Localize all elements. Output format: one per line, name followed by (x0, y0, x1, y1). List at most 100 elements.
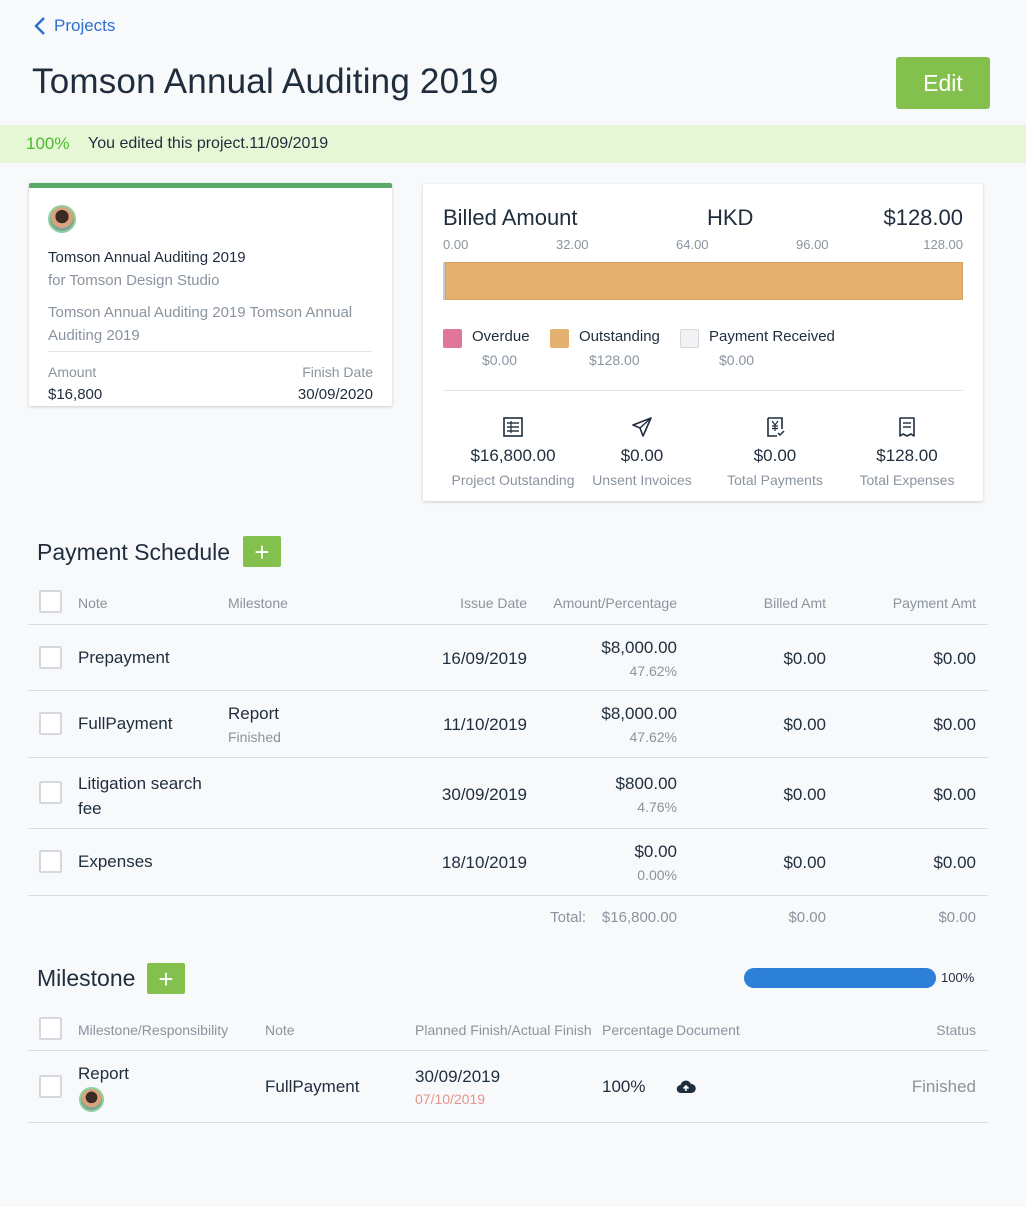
stat-unsent-invoices[interactable]: $0.00 Unsent Invoices (583, 416, 701, 488)
overdue-swatch (443, 329, 462, 348)
received-swatch (680, 329, 699, 348)
total-payment: $0.00 (938, 909, 976, 926)
select-all-checkbox[interactable] (39, 590, 62, 613)
tick-label: 0.00 (443, 237, 469, 252)
outstanding-swatch (550, 329, 569, 348)
back-link[interactable]: Projects (34, 16, 115, 36)
add-payment-button[interactable]: + (243, 536, 281, 567)
calculator-icon (503, 417, 523, 437)
stat-label: Unsent Invoices (592, 472, 692, 488)
column-header-status[interactable]: Status (936, 1022, 976, 1038)
row-percentage: 47.62% (629, 729, 677, 745)
column-header-payment[interactable]: Payment Amt (893, 595, 976, 611)
row-percentage: 0.00% (637, 867, 677, 883)
legend-outstanding: Outstanding $128.00 (550, 328, 660, 368)
column-header-issue-date[interactable]: Issue Date (460, 595, 527, 611)
row-percentage: 4.76% (637, 799, 677, 815)
avatar (79, 1087, 104, 1112)
page-title: Tomson Annual Auditing 2019 (32, 62, 499, 101)
billing-card: Billed Amount HKD $128.00 0.00 32.00 64.… (423, 184, 983, 501)
column-header-billed[interactable]: Billed Amt (764, 595, 826, 611)
divider (28, 624, 988, 625)
column-header-finish[interactable]: Planned Finish/Actual Finish (415, 1022, 592, 1038)
stat-value: $16,800.00 (470, 446, 556, 465)
edit-button[interactable]: Edit (896, 57, 990, 109)
stat-label: Total Expenses (859, 472, 955, 488)
legend-overdue: Overdue $0.00 (443, 328, 530, 368)
milestone-note: FullPayment (265, 1077, 360, 1096)
total-billed: $0.00 (788, 909, 826, 926)
row-billed: $0.00 (783, 715, 826, 734)
stat-label: Project Outstanding (451, 472, 575, 488)
divider (443, 390, 963, 391)
divider (28, 895, 988, 896)
paper-plane-icon (632, 417, 652, 437)
avatar (48, 205, 76, 233)
upload-document-button[interactable] (676, 1079, 696, 1100)
column-header-milestone[interactable]: Milestone (228, 595, 288, 611)
divider (28, 828, 988, 829)
project-name: Tomson Annual Auditing 2019 (48, 249, 246, 266)
tick-label: 128.00 (923, 237, 963, 252)
column-header-percentage[interactable]: Percentage (602, 1022, 674, 1038)
receipt-icon (899, 417, 915, 437)
stat-total-payments[interactable]: $0.00 Total Payments (719, 416, 831, 488)
row-amount: $800.00 (615, 774, 677, 793)
row-issue-date: 30/09/2019 (441, 785, 527, 804)
stat-project-outstanding[interactable]: $16,800.00 Project Outstanding (449, 416, 577, 488)
column-header-milestone[interactable]: Milestone/Responsibility (78, 1022, 228, 1038)
row-payment: $0.00 (933, 853, 976, 872)
column-header-note[interactable]: Note (78, 595, 108, 611)
row-payment: $0.00 (933, 785, 976, 804)
row-milestone: Report (228, 704, 280, 723)
project-description: Tomson Annual Auditing 2019 Tomson Annua… (48, 304, 353, 344)
chevron-left-icon (34, 17, 45, 35)
back-link-label: Projects (54, 16, 116, 35)
row-payment: $0.00 (933, 649, 976, 668)
finish-date-value: 30/09/2020 (297, 386, 373, 403)
legend-value: $0.00 (482, 352, 518, 368)
milestone-percentage: 100% (602, 1077, 646, 1096)
select-all-checkbox[interactable] (39, 1017, 62, 1040)
total-amount: $16,800.00 (601, 909, 677, 926)
plus-icon: + (158, 963, 174, 994)
row-note: Prepayment (78, 648, 170, 667)
activity-banner: 100% You edited this project.11/09/2019 (0, 125, 1026, 163)
column-header-document[interactable]: Document (676, 1022, 740, 1038)
planned-finish: 30/09/2019 (415, 1067, 501, 1086)
row-checkbox[interactable] (39, 1075, 62, 1098)
column-header-amount[interactable]: Amount/Percentage (553, 595, 677, 611)
milestone-progress-fill (744, 968, 936, 988)
legend-label: Outstanding (579, 328, 660, 345)
tick-label: 32.00 (556, 237, 589, 252)
banner-message: You edited this project.11/09/2019 (88, 135, 329, 152)
legend-label: Overdue (472, 328, 530, 345)
row-amount: $0.00 (634, 842, 677, 861)
row-checkbox[interactable] (39, 712, 62, 735)
row-checkbox[interactable] (39, 646, 62, 669)
divider (48, 351, 372, 352)
project-client: for Tomson Design Studio (48, 272, 220, 289)
project-summary-card[interactable]: Tomson Annual Auditing 2019 for Tomson D… (29, 183, 392, 406)
row-checkbox[interactable] (39, 850, 62, 873)
row-issue-date: 18/10/2019 (441, 853, 527, 872)
stat-total-expenses[interactable]: $128.00 Total Expenses (851, 416, 963, 488)
row-billed: $0.00 (783, 785, 826, 804)
row-note: Expenses (78, 852, 153, 871)
payment-schedule-title: Payment Schedule (37, 539, 231, 565)
milestone-title: Milestone (37, 965, 136, 991)
row-payment: $0.00 (933, 715, 976, 734)
outstanding-bar-fill (445, 262, 963, 300)
divider (28, 690, 988, 691)
plus-icon: + (254, 536, 270, 567)
divider (28, 1122, 988, 1123)
row-milestone-status: Finished (228, 729, 281, 745)
legend-label: Payment Received (709, 328, 835, 345)
billed-total: $128.00 (883, 205, 963, 230)
row-billed: $0.00 (783, 853, 826, 872)
add-milestone-button[interactable]: + (147, 963, 185, 994)
banner-percent: 100% (26, 134, 70, 153)
column-header-note[interactable]: Note (265, 1022, 295, 1038)
row-checkbox[interactable] (39, 781, 62, 804)
legend-value: $0.00 (719, 352, 755, 368)
